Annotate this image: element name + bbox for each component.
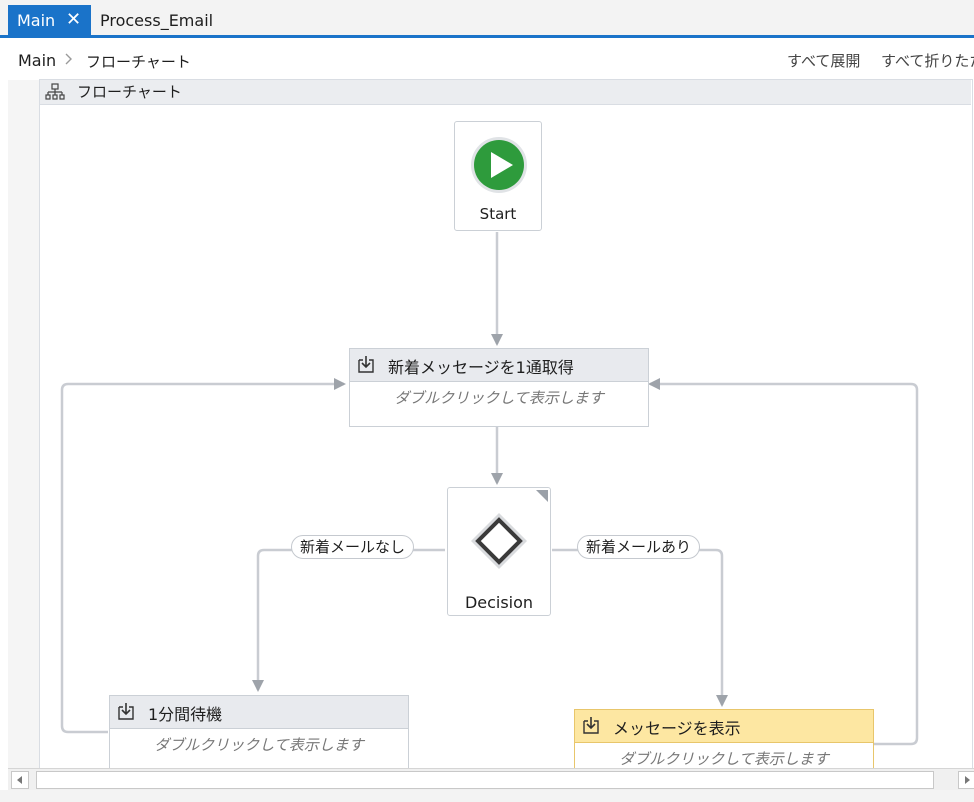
expand-all-link[interactable]: すべて展開 bbox=[787, 50, 860, 71]
branch-label-true[interactable]: 新着メールあり bbox=[577, 535, 701, 559]
decision-node[interactable]: Decision bbox=[447, 487, 551, 616]
scroll-left-button[interactable] bbox=[11, 771, 29, 789]
activity-wait[interactable]: 1分間待機 ダブルクリックして表示します bbox=[109, 695, 409, 774]
sequence-icon bbox=[583, 717, 599, 734]
start-node[interactable]: Start bbox=[454, 121, 542, 231]
breadcrumb-item-flowchart[interactable]: フローチャート bbox=[86, 51, 191, 72]
scrollbar-thumb[interactable] bbox=[36, 771, 934, 789]
activity-title: 新着メッセージを1通取得 bbox=[388, 358, 574, 377]
tab-main[interactable]: Main ✕ bbox=[8, 5, 91, 36]
close-icon[interactable]: ✕ bbox=[66, 9, 81, 30]
activity-title: 1分間待機 bbox=[148, 705, 223, 724]
activity-placeholder: ダブルクリックして表示します bbox=[619, 750, 829, 768]
activity-placeholder: ダブルクリックして表示します bbox=[394, 389, 604, 407]
flowchart-icon bbox=[45, 83, 65, 100]
sequence-icon bbox=[358, 356, 374, 373]
decision-label: Decision bbox=[464, 593, 534, 612]
play-icon bbox=[471, 137, 527, 193]
activity-get-message[interactable]: 新着メッセージを1通取得 ダブルクリックして表示します bbox=[349, 348, 649, 427]
branch-label-false[interactable]: 新着メールなし bbox=[291, 535, 415, 559]
decision-diamond-icon bbox=[471, 513, 527, 569]
collapse-all-link[interactable]: すべて折りたた bbox=[881, 50, 974, 71]
activity-placeholder: ダブルクリックして表示します bbox=[154, 736, 364, 754]
activity-header: メッセージを表示 bbox=[575, 710, 873, 743]
status-strip bbox=[0, 790, 974, 802]
flowchart-header[interactable]: フローチャート bbox=[40, 80, 971, 105]
start-label: Start bbox=[479, 205, 517, 223]
activity-header: 1分間待機 bbox=[110, 696, 408, 729]
arrow-left-icon bbox=[17, 776, 22, 784]
tab-process-email[interactable]: Process_Email bbox=[100, 11, 213, 30]
scroll-right-button[interactable] bbox=[958, 771, 974, 789]
sequence-icon bbox=[118, 703, 134, 720]
arrow-right-icon bbox=[965, 776, 970, 784]
tab-main-label: Main bbox=[17, 11, 56, 30]
document-tab-bar: Main ✕ Process_Email bbox=[0, 0, 974, 36]
breadcrumb-item-main[interactable]: Main bbox=[18, 51, 56, 70]
activity-header: 新着メッセージを1通取得 bbox=[350, 349, 648, 382]
chevron-right-icon bbox=[65, 53, 72, 65]
activity-title: メッセージを表示 bbox=[613, 719, 741, 738]
breadcrumb: Main フローチャート すべて展開 すべて折りたた bbox=[0, 38, 974, 80]
corner-marker-icon bbox=[536, 490, 548, 502]
flowchart-title: フローチャート bbox=[77, 83, 182, 101]
horizontal-scrollbar[interactable] bbox=[8, 768, 974, 791]
